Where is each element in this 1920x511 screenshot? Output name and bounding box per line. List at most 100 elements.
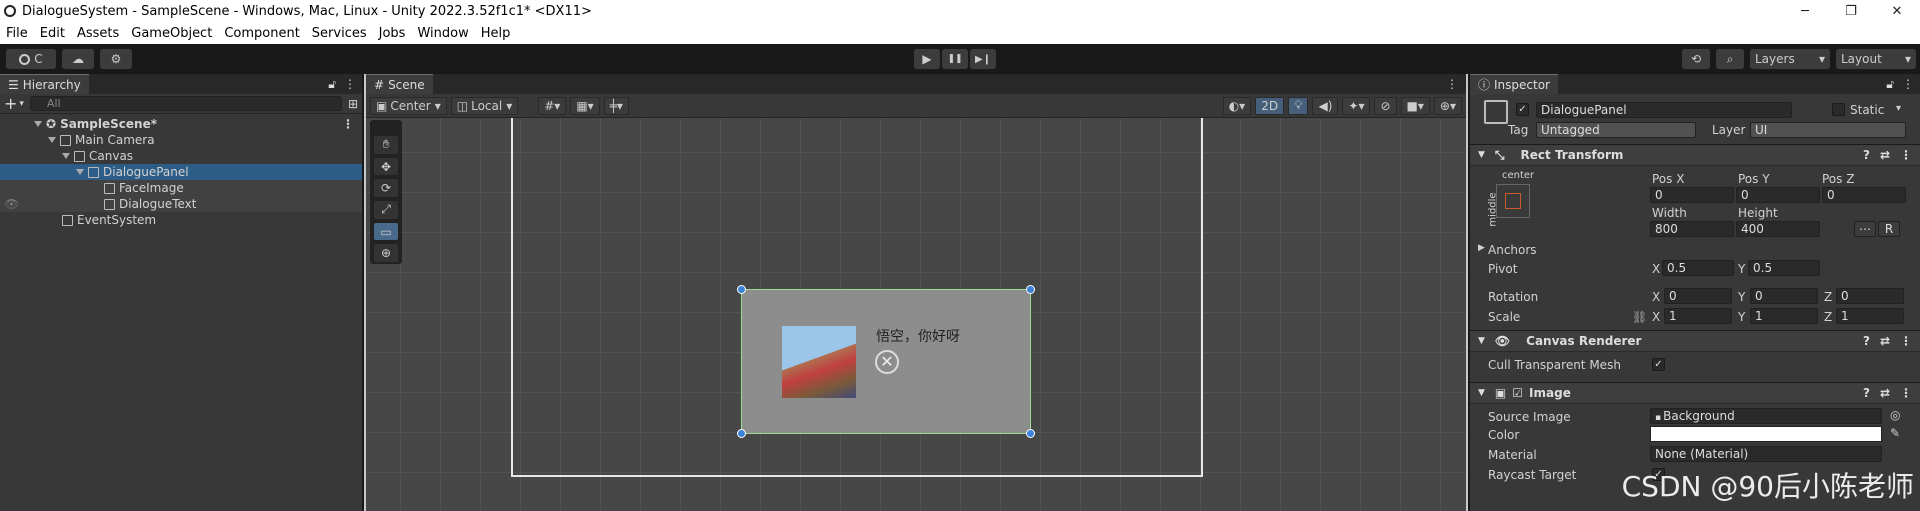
preset-icon[interactable]: ⇄ bbox=[1880, 386, 1890, 400]
step-button[interactable]: ▶❙ bbox=[970, 49, 996, 69]
scale-x-field[interactable]: 1 bbox=[1664, 308, 1732, 324]
pivot-y-field[interactable]: 0.5 bbox=[1748, 260, 1820, 276]
rotation-z-field[interactable]: 0 bbox=[1836, 288, 1904, 304]
width-field[interactable]: 800 bbox=[1650, 221, 1734, 237]
face-image[interactable] bbox=[782, 326, 856, 398]
blueprint-button[interactable]: ⋯ bbox=[1854, 221, 1876, 237]
resize-handle-bottom-left[interactable] bbox=[737, 429, 746, 438]
search-button[interactable]: ⌕ bbox=[1716, 49, 1744, 69]
cloud-button[interactable]: ☁ bbox=[62, 49, 94, 69]
resize-handle-top-left[interactable] bbox=[737, 285, 746, 294]
list-item[interactable]: 👁︎ DialogueText bbox=[0, 196, 362, 212]
chevron-right-icon[interactable]: ▶ bbox=[1478, 243, 1485, 253]
posy-field[interactable]: 0 bbox=[1736, 187, 1820, 203]
tab-inspector[interactable]: ⓘ Inspector bbox=[1470, 74, 1558, 94]
menu-edit[interactable]: Edit bbox=[34, 26, 71, 41]
tab-scene[interactable]: # Scene bbox=[366, 74, 433, 94]
align-button[interactable]: ╪▾ bbox=[603, 96, 629, 115]
active-checkbox[interactable]: ✓ bbox=[1516, 103, 1529, 116]
anchors-label[interactable]: Anchors bbox=[1488, 243, 1537, 257]
pivot-x-field[interactable]: 0.5 bbox=[1662, 260, 1734, 276]
list-item[interactable]: ✪ SampleScene* ⋮ bbox=[0, 116, 362, 132]
scale-tool-icon[interactable]: ⤢ bbox=[374, 201, 398, 219]
layer-dropdown[interactable]: UI bbox=[1750, 122, 1906, 138]
lock-icon[interactable]: 🔓︎ bbox=[328, 77, 336, 92]
help-icon[interactable]: ? bbox=[1863, 386, 1870, 400]
toggle-2d-button[interactable]: 2D bbox=[1255, 96, 1285, 115]
hierarchy-search-input[interactable]: All bbox=[29, 96, 342, 111]
rect-transform-header[interactable]: ▼ ⤡ Rect Transform ? ⇄ ⋮ bbox=[1470, 144, 1920, 166]
object-picker-icon[interactable]: ◎ bbox=[1890, 408, 1900, 422]
expand-icon[interactable] bbox=[48, 137, 56, 143]
posz-field[interactable]: 0 bbox=[1822, 187, 1906, 203]
camera-button[interactable]: ■▾ bbox=[1400, 96, 1430, 115]
image-enabled-checkbox[interactable]: ☑ bbox=[1512, 386, 1523, 400]
link-icon[interactable]: ⛓︎ bbox=[1632, 310, 1647, 324]
more-icon[interactable]: ⋮ bbox=[1900, 334, 1912, 348]
dialogue-panel[interactable]: 悟空，你好呀 ✕ bbox=[737, 285, 1035, 438]
history-button[interactable]: ⟲ bbox=[1682, 49, 1710, 69]
preset-icon[interactable]: ⇄ bbox=[1880, 148, 1890, 162]
lighting-button[interactable]: 💡︎ bbox=[1288, 96, 1309, 115]
raw-edit-button[interactable]: R bbox=[1878, 221, 1900, 237]
menu-services[interactable]: Services bbox=[306, 26, 373, 41]
menu-help[interactable]: Help bbox=[475, 26, 517, 41]
move-tool-icon[interactable]: ✥ bbox=[374, 157, 398, 176]
menu-assets[interactable]: Assets bbox=[71, 26, 125, 41]
rotation-x-field[interactable]: 0 bbox=[1664, 288, 1732, 304]
list-item[interactable]: FaceImage bbox=[0, 180, 362, 196]
list-item[interactable]: DialoguePanel bbox=[0, 164, 362, 180]
visibility-eye-icon[interactable]: 👁︎ bbox=[4, 197, 104, 211]
anchor-preset-button[interactable] bbox=[1496, 184, 1530, 218]
scale-y-field[interactable]: 1 bbox=[1750, 308, 1818, 324]
pivot-dropdown[interactable]: ▣ Center ▾ bbox=[370, 96, 447, 115]
rotate-tool-icon[interactable]: ⟳ bbox=[374, 179, 398, 198]
tab-hierarchy[interactable]: ☰ Hierarchy bbox=[0, 74, 89, 94]
transform-tool-icon[interactable]: ⊕ bbox=[374, 244, 398, 263]
scale-z-field[interactable]: 1 bbox=[1836, 308, 1904, 324]
filter-icon[interactable]: ⊞ bbox=[348, 97, 358, 111]
chevron-down-icon[interactable]: ▾ bbox=[1896, 103, 1901, 114]
audio-button[interactable]: ◀) bbox=[1312, 96, 1339, 115]
add-button[interactable]: + bbox=[4, 94, 17, 113]
more-icon[interactable]: ⋮ bbox=[1446, 77, 1458, 91]
hidden-objects-button[interactable]: ⊘ bbox=[1374, 96, 1397, 115]
rect-tool-icon[interactable]: ▭ bbox=[374, 222, 398, 241]
scene-viewport[interactable]: ✋︎ ✥ ⟳ ⤢ ▭ ⊕ 悟空，你好呀 ✕ bbox=[366, 118, 1466, 511]
menu-file[interactable]: File bbox=[0, 26, 34, 41]
grid-snap-button[interactable]: #▾ bbox=[538, 96, 567, 115]
expand-icon[interactable] bbox=[76, 169, 84, 175]
list-item[interactable]: EventSystem bbox=[0, 212, 362, 228]
more-icon[interactable]: ⋮ bbox=[1900, 148, 1912, 162]
more-icon[interactable]: ⋮ bbox=[342, 117, 354, 131]
static-checkbox[interactable] bbox=[1832, 103, 1845, 116]
preset-icon[interactable]: ⇄ bbox=[1880, 334, 1890, 348]
increment-snap-button[interactable]: ▦▾ bbox=[570, 96, 600, 115]
list-item[interactable]: Canvas bbox=[0, 148, 362, 164]
space-dropdown[interactable]: ◫ Local ▾ bbox=[450, 96, 519, 115]
more-icon[interactable]: ⋮ bbox=[1902, 77, 1914, 91]
height-field[interactable]: 400 bbox=[1736, 221, 1820, 237]
more-icon[interactable]: ⋮ bbox=[344, 77, 356, 91]
gizmos-button[interactable]: ⊕▾ bbox=[1433, 96, 1462, 115]
lock-icon[interactable]: 🔓︎ bbox=[1886, 77, 1894, 92]
draw-mode-dropdown[interactable]: ◐▾ bbox=[1222, 96, 1252, 115]
help-icon[interactable]: ? bbox=[1863, 148, 1870, 162]
eyedropper-icon[interactable]: ✎ bbox=[1890, 426, 1900, 440]
menu-window[interactable]: Window bbox=[411, 26, 474, 41]
expand-icon[interactable] bbox=[34, 121, 42, 127]
rotation-y-field[interactable]: 0 bbox=[1750, 288, 1818, 304]
play-button[interactable]: ▶ bbox=[914, 49, 940, 69]
canvas-renderer-header[interactable]: ▼ 👁︎ Canvas Renderer ? ⇄ ⋮ bbox=[1470, 330, 1920, 352]
source-image-field[interactable]: ▪ Background bbox=[1650, 408, 1882, 424]
resize-handle-bottom-right[interactable] bbox=[1026, 429, 1035, 438]
dialogue-text[interactable]: 悟空，你好呀 bbox=[876, 326, 960, 346]
close-button[interactable]: ✕ bbox=[1874, 0, 1920, 22]
list-item[interactable]: Main Camera bbox=[0, 132, 362, 148]
cull-checkbox[interactable]: ✓ bbox=[1652, 358, 1665, 371]
object-name-field[interactable]: DialoguePanel bbox=[1536, 102, 1792, 118]
minimize-button[interactable]: ─ bbox=[1782, 0, 1828, 22]
menu-gameobject[interactable]: GameObject bbox=[125, 26, 218, 41]
pivot-gizmo-icon[interactable]: ✕ bbox=[875, 350, 899, 374]
material-field[interactable]: None (Material) bbox=[1650, 446, 1882, 462]
